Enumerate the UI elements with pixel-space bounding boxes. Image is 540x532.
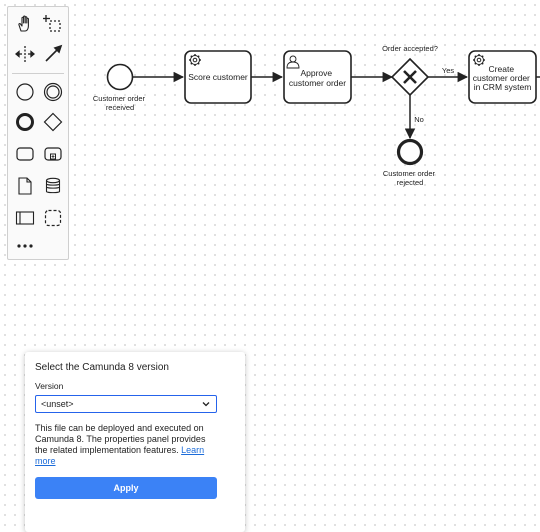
task-create-customer-order[interactable]: Create customer order in CRM system [468,50,537,104]
pool-icon[interactable] [12,205,38,231]
more-icon[interactable] [12,233,38,259]
palette-divider [12,73,64,74]
tool-palette [7,6,69,260]
gateway-icon[interactable] [40,109,66,135]
version-select-value: <unset> [41,399,74,409]
flow-no-label: No [414,115,424,124]
task-score-customer[interactable]: Score customer [184,50,252,104]
start-event-label: Customer order received [93,94,147,112]
end-event[interactable] [396,138,424,166]
panel-description: This file can be deployed and executed o… [35,423,217,467]
exclusive-gateway[interactable] [390,57,430,97]
end-event-label: Customer order rejected [383,169,437,187]
version-select[interactable]: <unset> [35,395,217,413]
intermediate-event-icon[interactable] [40,79,66,105]
apply-button[interactable]: Apply [35,477,217,499]
space-tool-icon[interactable] [12,41,38,67]
flow-yes-label: Yes [442,66,454,75]
chevron-down-icon [202,402,210,407]
connect-tool-icon[interactable] [40,41,66,67]
task-icon[interactable] [12,141,38,167]
task-approve-customer-order[interactable]: Approve customer order [283,50,352,104]
data-object-icon[interactable] [12,173,38,199]
version-label: Version [35,381,64,391]
task-score-label: Score customer [188,72,248,82]
hand-tool-icon[interactable] [12,11,38,37]
end-event-icon[interactable] [12,109,38,135]
start-event[interactable] [106,63,134,91]
group-icon[interactable] [40,205,66,231]
data-store-icon[interactable] [40,173,66,199]
panel-description-text: This file can be deployed and executed o… [35,423,206,455]
lasso-tool-icon[interactable] [40,11,66,37]
version-panel: Select the Camunda 8 version Version <un… [25,352,245,532]
subprocess-icon[interactable] [40,141,66,167]
panel-title: Select the Camunda 8 version [35,362,169,373]
gateway-label: Order accepted? [382,44,438,53]
start-event-icon[interactable] [12,79,38,105]
